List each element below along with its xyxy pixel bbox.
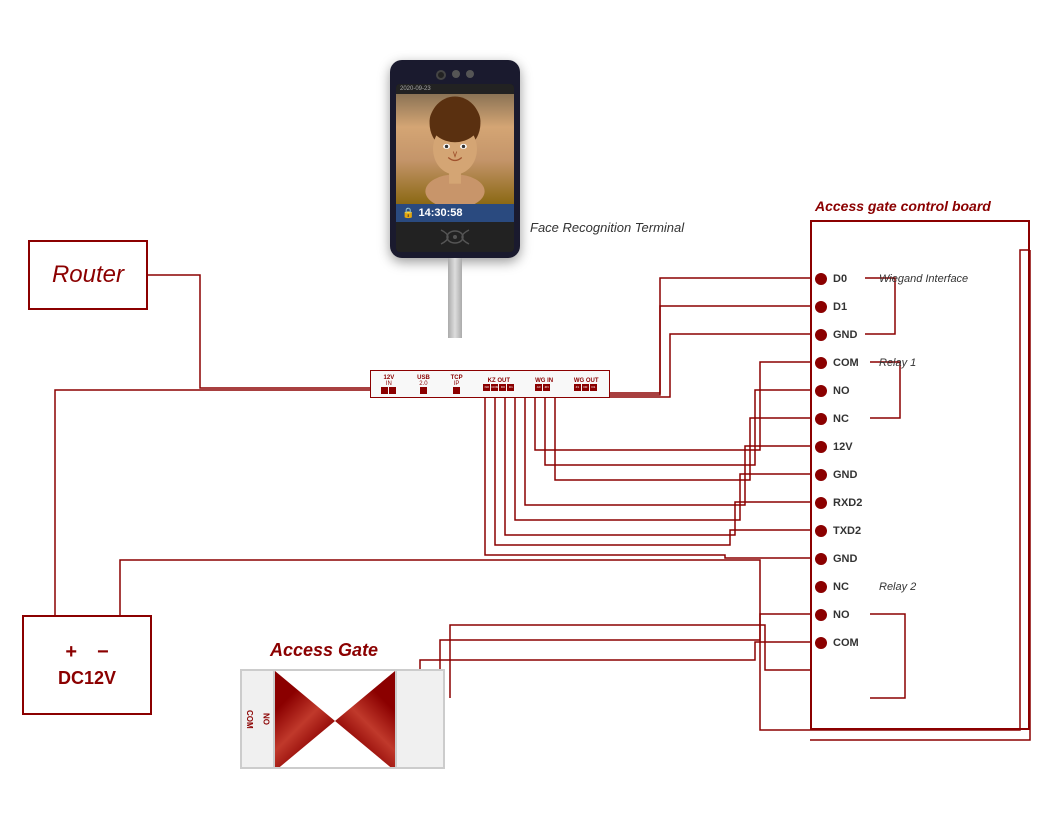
- pin-name-gnd2: GND: [833, 469, 871, 481]
- pin-row-gnd2: GND: [815, 461, 968, 489]
- gate-visual: COM NO: [240, 669, 445, 769]
- pin-name-12v: 12V: [833, 441, 871, 453]
- access-gate-container: Access Gate COM NO: [240, 640, 445, 769]
- terminal-rfid-area: [396, 222, 514, 252]
- pin-dot-nc2: [815, 581, 827, 593]
- connector-12v: 12V IN: [381, 375, 396, 394]
- terminal-led-dot: [466, 70, 474, 78]
- pin-row-gnd1: GND: [815, 321, 968, 349]
- terminal-screen: 2020-09-23: [396, 84, 514, 252]
- pin-row-d0: D0 Wiegand Interface: [815, 265, 968, 293]
- connector-kz-out: KZ OUT NO COM D0 D1: [483, 378, 514, 391]
- terminal-device: 2020-09-23: [390, 60, 520, 258]
- terminal-camera-icon: [436, 70, 446, 80]
- pin-row-gnd3: GND: [815, 545, 968, 573]
- pin-dot-nc1: [815, 413, 827, 425]
- terminal-pins-list: D0 Wiegand Interface D1 GND COM Relay 1 …: [815, 265, 968, 657]
- terminal-label: Face Recognition Terminal: [530, 220, 684, 235]
- pin-name-no2: NO: [833, 609, 871, 621]
- terminal-pole: [448, 258, 462, 338]
- lock-icon: 🔒: [402, 208, 414, 219]
- battery-label: DC12V: [58, 668, 116, 689]
- router-label: Router: [52, 261, 124, 289]
- battery-plus-terminal: +: [65, 641, 77, 664]
- pin-row-txd2: TXD2: [815, 517, 968, 545]
- access-gate-title: Access Gate: [270, 640, 445, 661]
- pin-row-nc1: NC: [815, 405, 968, 433]
- control-board-title: Access gate control board: [815, 198, 991, 214]
- connector-usb: USB 2.0: [417, 375, 430, 394]
- pin-row-rxd2: RXD2: [815, 489, 968, 517]
- pin-dot-12v: [815, 441, 827, 453]
- pin-dot-no1: [815, 385, 827, 397]
- terminal-base-connectors: 12V IN USB 2.0 TCP IP KZ OUT NO COM D0 D…: [370, 370, 610, 398]
- pin-dot-rxd2: [815, 497, 827, 509]
- terminal-time-bar: 🔒 14:30:58: [396, 204, 514, 222]
- pin-name-rxd2: RXD2: [833, 497, 871, 509]
- terminal-sensor-dot: [452, 70, 460, 78]
- pin-row-com: COM Relay 1: [815, 349, 968, 377]
- pin-dot-gnd1: [815, 329, 827, 341]
- gate-no-label: NO: [261, 713, 270, 725]
- pin-row-d1: D1: [815, 293, 968, 321]
- pin-dot-gnd2: [815, 469, 827, 481]
- pin-name-com2: COM: [833, 637, 871, 649]
- terminal-container: 2020-09-23: [390, 60, 520, 338]
- terminal-face-image: [396, 94, 514, 204]
- terminal-time: 14:30:58: [418, 207, 462, 219]
- pin-dot-com: [815, 357, 827, 369]
- pin-row-12v: 12V: [815, 433, 968, 461]
- gate-left-panel: COM NO: [240, 669, 275, 769]
- pin-dot-d1: [815, 301, 827, 313]
- pin-dot-com2: [815, 637, 827, 649]
- pin-name-nc2: NC: [833, 581, 871, 593]
- gate-door-left: [275, 671, 335, 769]
- terminal-date: 2020-09-23: [400, 86, 431, 92]
- pin-name-com: COM: [833, 357, 871, 369]
- pin-name-d0: D0: [833, 273, 871, 285]
- gate-right-panel: [395, 669, 445, 769]
- pin-dot-txd2: [815, 525, 827, 537]
- pin-dot-gnd3: [815, 553, 827, 565]
- pin-name-d1: D1: [833, 301, 871, 313]
- connector-wg-out: WG OUT Z1 D0 D1: [574, 378, 599, 391]
- relay1-label: Relay 1: [879, 357, 916, 369]
- pin-name-gnd1: GND: [833, 329, 871, 341]
- pin-row-nc2: NC Relay 2: [815, 573, 968, 601]
- pin-row-com2: COM: [815, 629, 968, 657]
- connector-tcp: TCP IP: [451, 375, 463, 394]
- battery-minus-terminal: −: [97, 641, 109, 664]
- pin-name-gnd3: GND: [833, 553, 871, 565]
- gate-door-right: [335, 671, 395, 769]
- terminal-top-bar: [396, 66, 514, 84]
- pin-row-no2: NO: [815, 601, 968, 629]
- gate-doors: [275, 669, 395, 769]
- pin-row-no1: NO: [815, 377, 968, 405]
- battery-box: + − DC12V: [22, 615, 152, 715]
- pin-name-txd2: TXD2: [833, 525, 871, 537]
- relay2-label: Relay 2: [879, 581, 916, 593]
- connector-wg-in: WG IN A0 ZN: [535, 378, 553, 391]
- router-box: Router: [28, 240, 148, 310]
- pin-dot-no2: [815, 609, 827, 621]
- pin-dot-d0: [815, 273, 827, 285]
- terminal-screen-top: 2020-09-23: [396, 84, 514, 94]
- pin-name-nc1: NC: [833, 413, 871, 425]
- gate-com-label: COM: [245, 710, 254, 729]
- pin-name-no1: NO: [833, 385, 871, 397]
- battery-terminals: + −: [65, 641, 108, 664]
- wiegand-interface-label: Wiegand Interface: [879, 273, 968, 285]
